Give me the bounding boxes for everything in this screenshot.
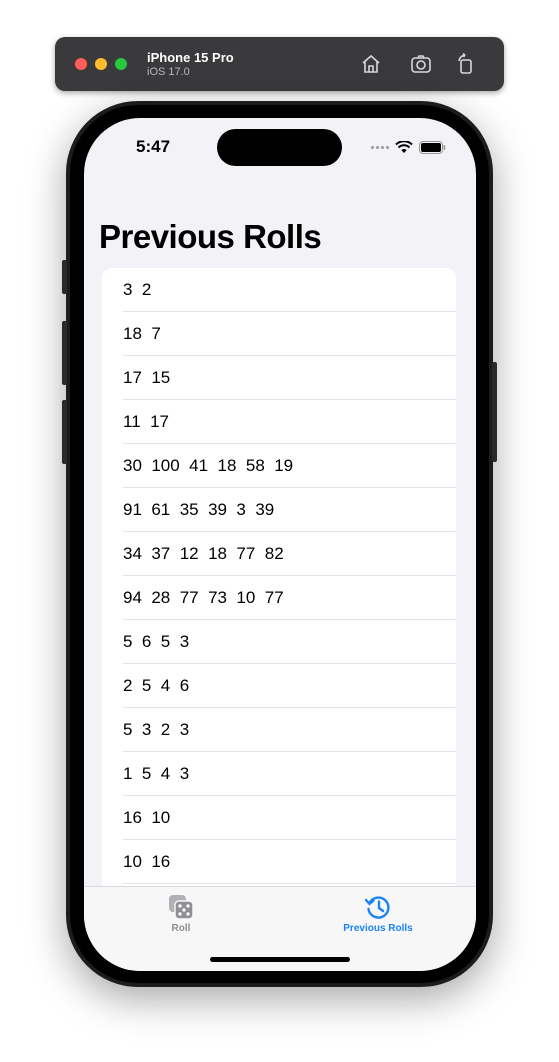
roll-row: 94 28 77 73 10 77 [102, 576, 456, 620]
dynamic-island [217, 129, 342, 166]
action-button [62, 260, 67, 294]
minimize-window-button[interactable] [95, 58, 107, 70]
home-indicator [210, 957, 350, 962]
close-window-button[interactable] [75, 58, 87, 70]
screenshot-button[interactable] [409, 52, 433, 76]
tab-previous-rolls-label: Previous Rolls [343, 923, 413, 934]
volume-up-button [62, 321, 67, 385]
roll-row: 10 16 [102, 840, 456, 884]
battery-icon [419, 140, 446, 154]
tab-roll-label: Roll [171, 923, 191, 934]
phone-screen: 5:47 Previous Rolls 3 2 18 7 17 15 11 17 30 … [84, 118, 476, 971]
roll-row: 5 3 2 3 [102, 708, 456, 752]
tab-previous-rolls[interactable]: Previous Rolls [318, 893, 438, 934]
zoom-window-button[interactable] [115, 58, 127, 70]
rolls-list[interactable]: 3 2 18 7 17 15 11 17 30 100 41 18 58 19 91 61… [102, 268, 456, 908]
cellular-icon [371, 145, 389, 149]
dice-icon [169, 895, 194, 920]
roll-row: 34 37 12 18 77 82 [102, 532, 456, 576]
simulator-titlebar: iPhone 15 Pro iOS 17.0 [55, 37, 504, 91]
roll-row: 16 10 [102, 796, 456, 840]
home-icon [362, 54, 380, 73]
clock-history-icon [364, 896, 390, 919]
volume-down-button [62, 400, 67, 464]
screenshot-icon [411, 55, 431, 73]
roll-row: 5 6 5 3 [102, 620, 456, 664]
home-button[interactable] [359, 52, 383, 76]
os-version: iOS 17.0 [147, 66, 190, 78]
roll-row: 2 5 4 6 [102, 664, 456, 708]
device-name: iPhone 15 Pro [147, 50, 234, 65]
rotate-button[interactable] [454, 52, 478, 76]
roll-row: 30 100 41 18 58 19 [102, 444, 456, 488]
roll-row: 17 15 [102, 356, 456, 400]
roll-row: 18 7 [102, 312, 456, 356]
status-time: 5:47 [136, 137, 171, 156]
roll-row: 91 61 35 39 3 39 [102, 488, 456, 532]
roll-row: 1 5 4 3 [102, 752, 456, 796]
roll-row: 3 2 [102, 268, 456, 312]
tab-roll[interactable]: Roll [121, 893, 241, 934]
status-icons [371, 140, 446, 154]
power-button [492, 362, 497, 462]
rotate-icon [458, 52, 472, 74]
wifi-icon [395, 140, 413, 153]
roll-row: 11 17 [102, 400, 456, 444]
page-title: Previous Rolls [99, 218, 322, 255]
